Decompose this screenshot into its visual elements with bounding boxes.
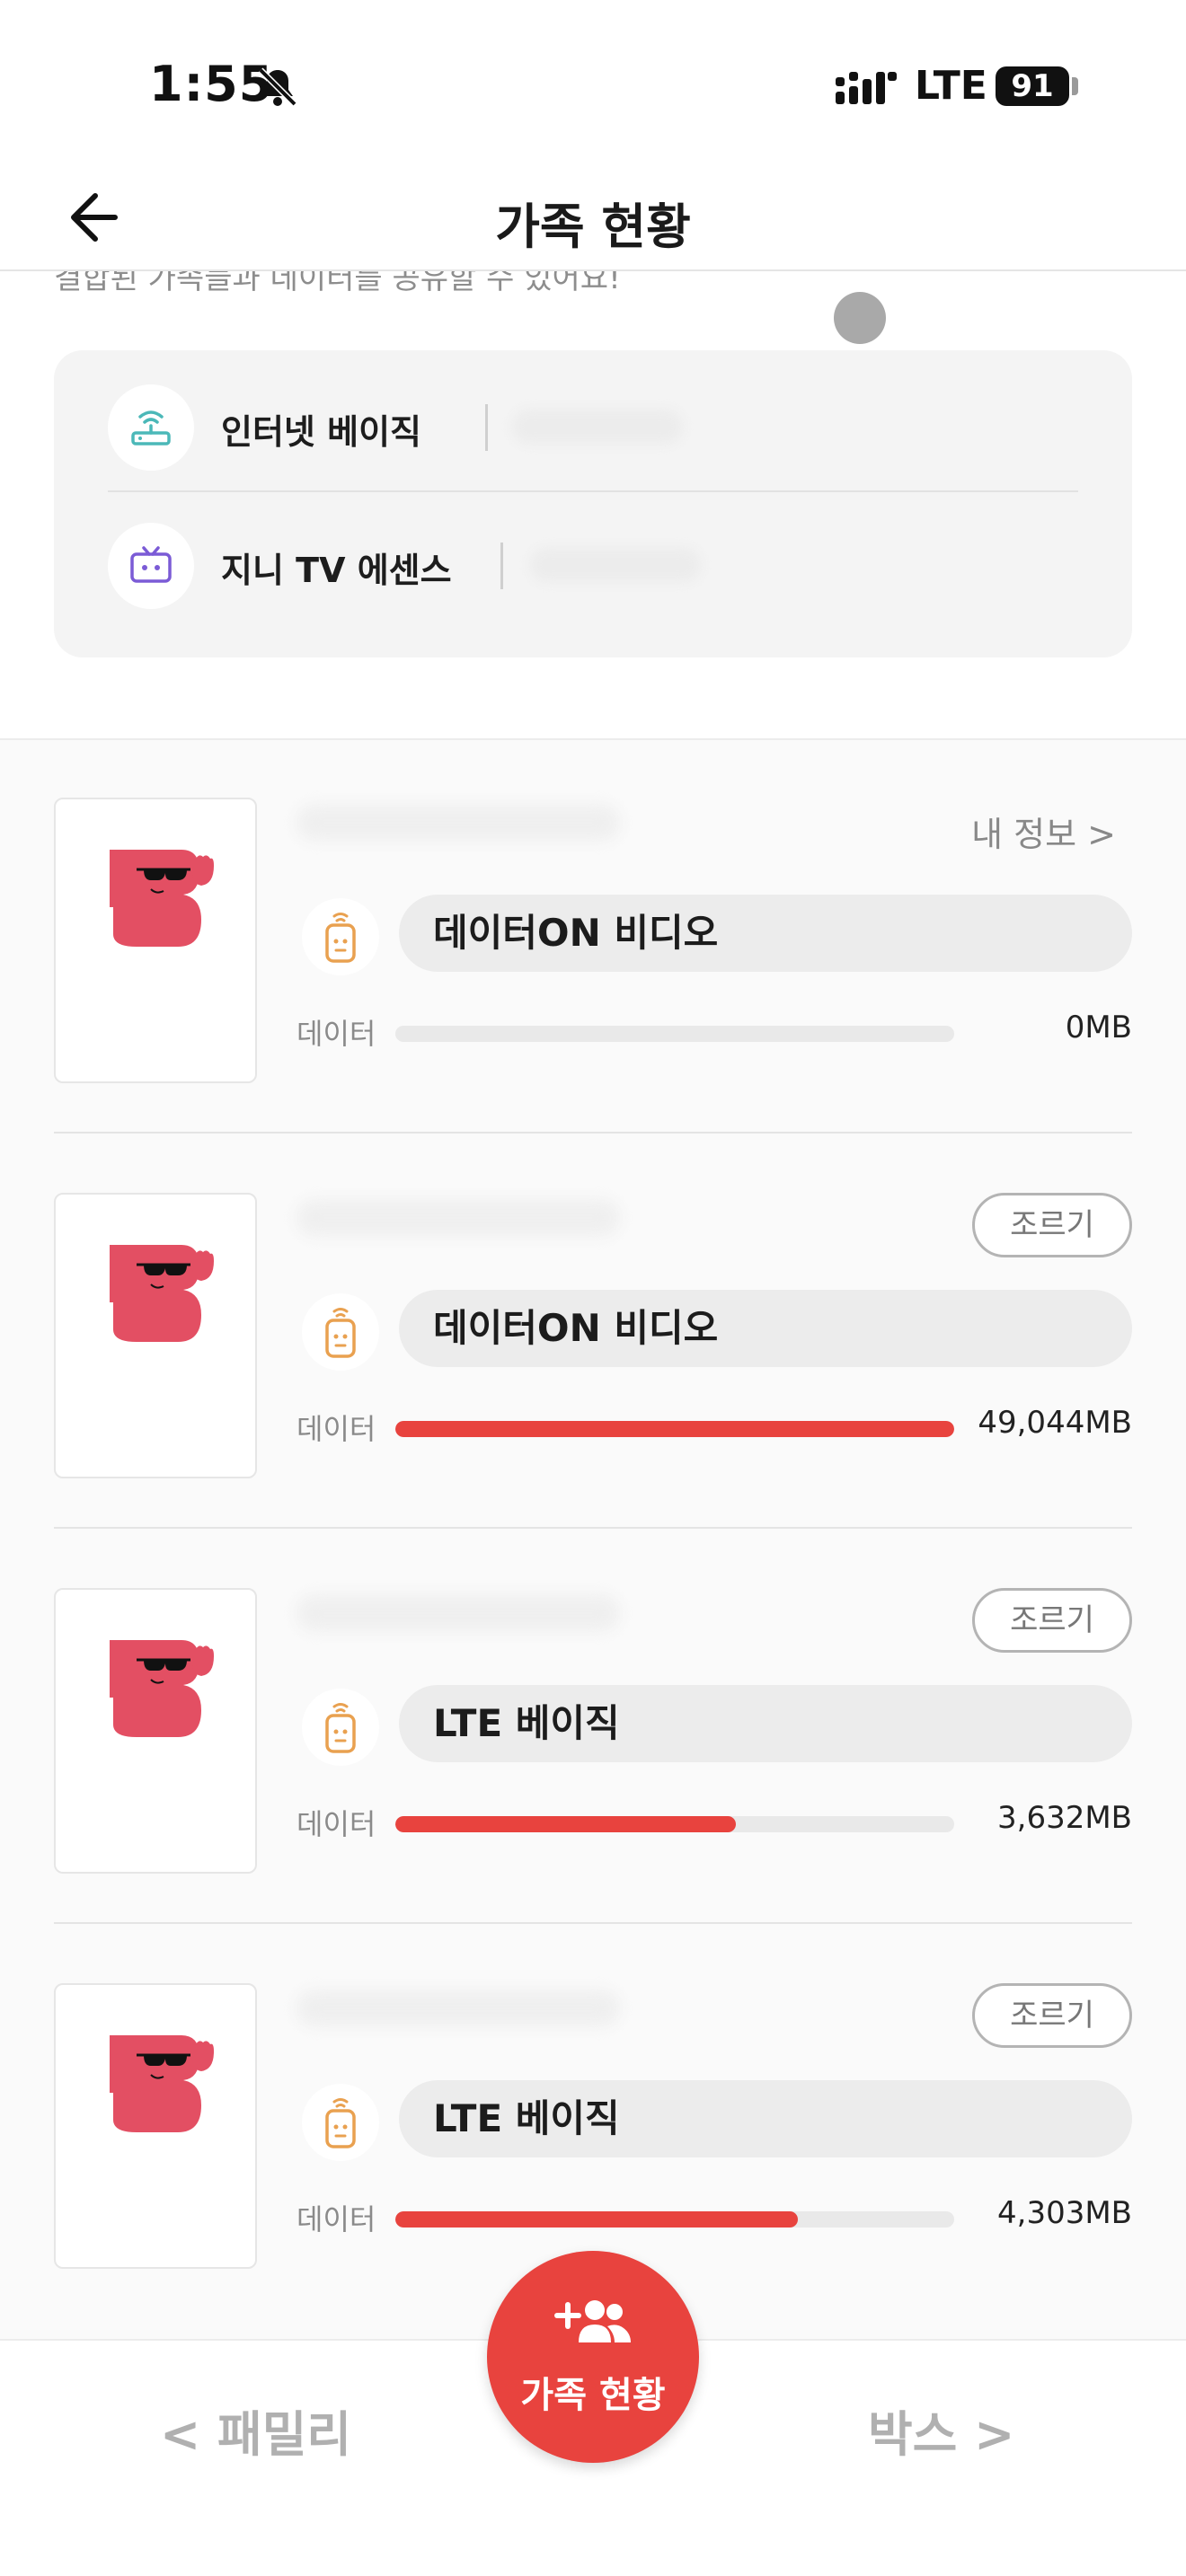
plan-pill[interactable]: LTE 베이직 bbox=[399, 2080, 1132, 2157]
plan-pill[interactable]: 데이터ON 비디오 bbox=[399, 895, 1132, 972]
device-icon bbox=[302, 2084, 379, 2161]
avatar bbox=[54, 798, 257, 1083]
nudge-button[interactable]: 조르기 bbox=[972, 1983, 1132, 2048]
data-label: 데이터 bbox=[296, 1017, 376, 1051]
my-info-link[interactable]: 내 정보 > bbox=[971, 807, 1116, 856]
signal-icon bbox=[836, 72, 897, 104]
member-name-blurred bbox=[296, 805, 620, 841]
mascot-icon bbox=[110, 2035, 214, 2132]
service-name: 인터넷 베이직 bbox=[221, 412, 421, 452]
member-card: 내 정보 > 데이터ON 비디오 데이터 0MB bbox=[54, 740, 1132, 1134]
device-icon bbox=[302, 1689, 379, 1766]
network-label: LTE bbox=[915, 63, 987, 109]
nav-next-box[interactable]: 박스 > bbox=[868, 2395, 1014, 2466]
service-row-tv[interactable]: 지니 TV 에센스 bbox=[108, 496, 1078, 631]
mascot-icon bbox=[110, 1245, 214, 1342]
router-icon bbox=[108, 384, 194, 471]
add-family-icon bbox=[554, 2300, 631, 2342]
plan-pill[interactable]: 데이터ON 비디오 bbox=[399, 1290, 1132, 1367]
battery-tip bbox=[1072, 77, 1078, 95]
battery-indicator: 91 bbox=[996, 66, 1069, 106]
data-value: 49,044MB bbox=[978, 1405, 1132, 1441]
data-value: 4,303MB bbox=[997, 2195, 1132, 2231]
nudge-button[interactable]: 조르기 bbox=[972, 1193, 1132, 1257]
members-section: 내 정보 > 데이터ON 비디오 데이터 0MB 조르기 데이터ON 비디오 데… bbox=[0, 738, 1186, 2342]
device-icon bbox=[302, 898, 379, 975]
data-value: 3,632MB bbox=[997, 1800, 1132, 1836]
mascot-icon bbox=[110, 850, 214, 947]
data-label: 데이터 bbox=[296, 1807, 376, 1841]
status-bar: 1:55 LTE 91 bbox=[0, 0, 1186, 171]
tv-icon bbox=[108, 523, 194, 609]
bell-off-icon bbox=[258, 67, 297, 107]
member-name-blurred bbox=[296, 1200, 620, 1236]
plan-pill[interactable]: LTE 베이직 bbox=[399, 1685, 1132, 1762]
nav-prev-family[interactable]: < 패밀리 bbox=[160, 2395, 351, 2466]
separator bbox=[485, 404, 488, 451]
member-card: 조르기 LTE 베이직 데이터 3,632MB bbox=[54, 1531, 1132, 1924]
touch-indicator bbox=[834, 292, 886, 344]
avatar bbox=[54, 1588, 257, 1874]
avatar bbox=[54, 1193, 257, 1478]
data-usage-fill bbox=[395, 2211, 798, 2228]
blurred-detail bbox=[530, 548, 701, 582]
data-usage-bar bbox=[395, 1816, 954, 1832]
data-usage-fill bbox=[395, 1816, 737, 1832]
blurred-detail bbox=[512, 410, 683, 444]
separator bbox=[500, 543, 503, 589]
app-header: 가족 현황 bbox=[0, 171, 1186, 271]
service-row-internet[interactable]: 인터넷 베이직 bbox=[108, 357, 1078, 492]
data-usage-bar bbox=[395, 2211, 954, 2228]
nudge-button[interactable]: 조르기 bbox=[972, 1588, 1132, 1653]
data-usage-bar bbox=[395, 1421, 954, 1437]
family-status-fab[interactable]: 가족 현황 bbox=[487, 2251, 699, 2463]
member-name-blurred bbox=[296, 1990, 620, 2026]
avatar bbox=[54, 1983, 257, 2269]
data-usage-fill bbox=[395, 1421, 954, 1437]
mascot-icon bbox=[110, 1640, 214, 1737]
fab-label: 가족 현황 bbox=[520, 2375, 666, 2416]
page-title: 가족 현황 bbox=[495, 198, 691, 255]
member-name-blurred bbox=[296, 1595, 620, 1631]
data-label: 데이터 bbox=[296, 2202, 376, 2236]
services-card: 인터넷 베이직 지니 TV 에센스 bbox=[54, 350, 1132, 657]
service-name: 지니 TV 에센스 bbox=[221, 551, 452, 590]
data-usage-bar bbox=[395, 1026, 954, 1042]
data-label: 데이터 bbox=[296, 1412, 376, 1446]
data-value: 0MB bbox=[1065, 1010, 1132, 1045]
device-icon bbox=[302, 1293, 379, 1371]
member-card: 조르기 데이터ON 비디오 데이터 49,044MB bbox=[54, 1135, 1132, 1529]
